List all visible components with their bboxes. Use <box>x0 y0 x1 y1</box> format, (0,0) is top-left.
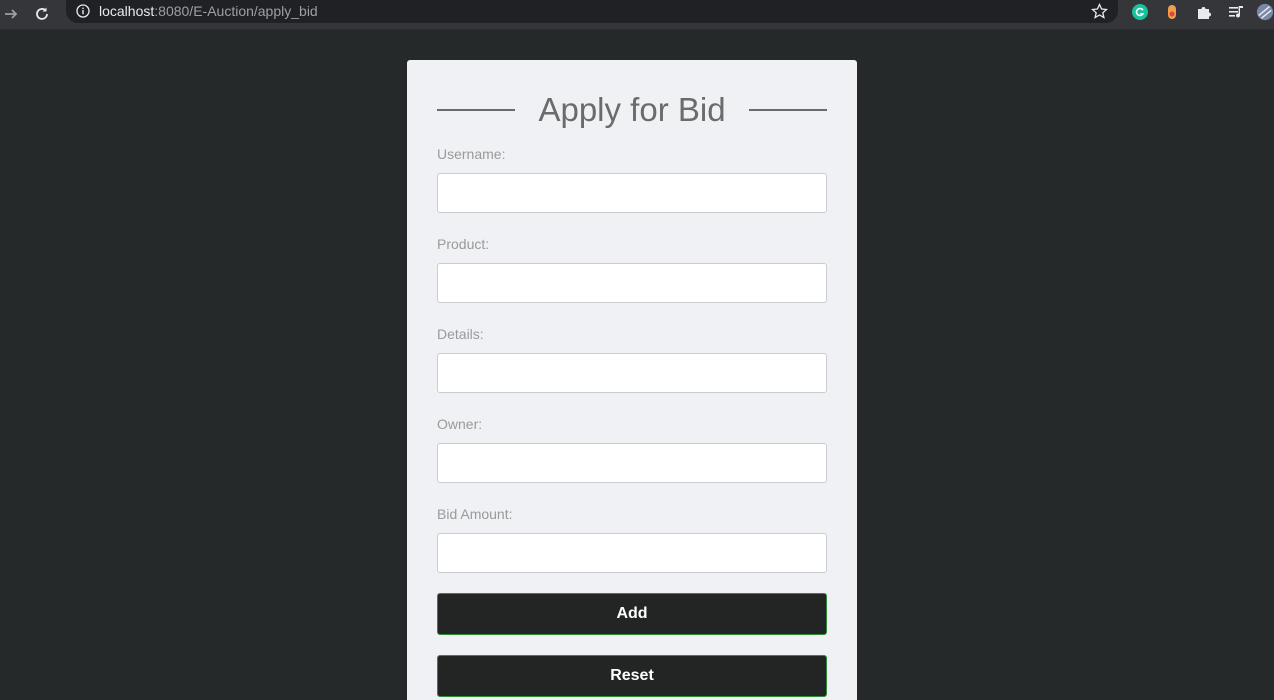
username-input[interactable] <box>437 173 827 213</box>
info-icon[interactable] <box>76 4 90 18</box>
forward-icon[interactable] <box>0 3 22 25</box>
product-input[interactable] <box>437 263 827 303</box>
profile-avatar[interactable] <box>1256 3 1274 21</box>
url-path: :8080/E-Auction/apply_bid <box>154 3 318 19</box>
apply-bid-form: Apply for Bid Username: Product: Details… <box>407 60 857 700</box>
reload-icon[interactable] <box>31 3 53 25</box>
grammarly-icon[interactable] <box>1131 3 1149 21</box>
media-icon[interactable] <box>1227 3 1245 21</box>
puzzle-icon[interactable] <box>1195 3 1213 21</box>
extension-icon[interactable] <box>1163 3 1181 21</box>
url-host: localhost <box>99 3 155 19</box>
bid-amount-input[interactable] <box>437 533 827 573</box>
details-label: Details: <box>437 326 484 342</box>
url-text: localhost:8080/E-Auction/apply_bid <box>99 3 318 20</box>
add-button[interactable]: Add <box>437 593 827 635</box>
bid-amount-label: Bid Amount: <box>437 506 513 522</box>
details-input[interactable] <box>437 353 827 393</box>
owner-input[interactable] <box>437 443 827 483</box>
owner-label: Owner: <box>437 416 483 432</box>
address-bar[interactable]: localhost:8080/E-Auction/apply_bid <box>66 0 1118 23</box>
title-divider-right <box>749 109 827 111</box>
form-header: Apply for Bid <box>437 88 827 132</box>
product-label: Product: <box>437 236 490 252</box>
browser-toolbar: localhost:8080/E-Auction/apply_bid <box>0 0 1274 30</box>
username-label: Username: <box>437 146 506 162</box>
reset-button[interactable]: Reset <box>437 655 827 697</box>
bookmark-star-icon[interactable] <box>1090 2 1109 20</box>
